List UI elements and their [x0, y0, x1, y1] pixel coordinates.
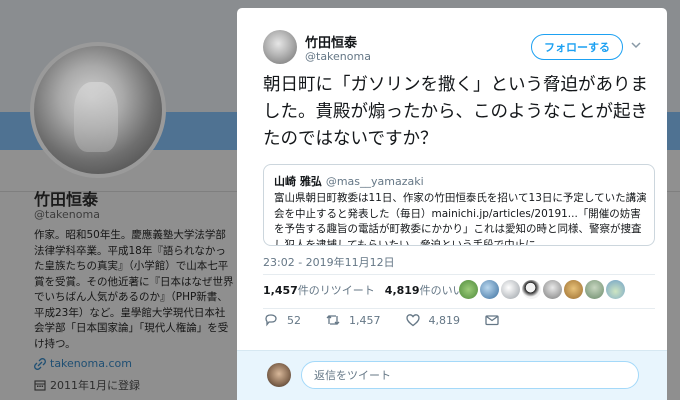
retweet-action-count: 1,457 — [349, 313, 381, 327]
liker-avatar[interactable] — [522, 280, 541, 299]
author-avatar[interactable] — [263, 30, 297, 64]
reply-action[interactable]: 52 — [263, 312, 301, 328]
liker-avatar[interactable] — [459, 280, 478, 299]
envelope-icon — [485, 315, 499, 326]
retweet-action[interactable]: 1,457 — [325, 312, 381, 328]
reply-icon — [265, 314, 277, 327]
quoted-tweet-header: 山崎 雅弘 @mas__yamazaki — [274, 173, 424, 189]
quoted-tweet[interactable]: 山崎 雅弘 @mas__yamazaki 富山県朝日町教委は11日、作家の竹田恒泰… — [263, 164, 655, 246]
liker-avatar[interactable] — [543, 280, 562, 299]
divider — [263, 308, 655, 309]
follow-button[interactable]: フォローする — [531, 34, 623, 60]
reply-composer: 返信をツイート — [237, 350, 667, 400]
profile-website[interactable]: takenoma.com — [34, 357, 132, 370]
divider — [263, 274, 655, 275]
author-name[interactable]: 竹田恒泰 — [305, 32, 357, 51]
tweet-text: 朝日町に「ガソリンを撒く」という脅迫がありました。貴殿が煽ったから、このようなこ… — [263, 75, 648, 149]
link-icon — [34, 357, 46, 370]
quoted-author-name: 山崎 雅弘 — [274, 175, 322, 188]
quoted-author-handle: @mas__yamazaki — [325, 175, 424, 188]
retweet-count-stat[interactable]: 1,457件のリツイート — [263, 282, 375, 298]
profile-joined-text: 2011年1月に登録 — [50, 379, 140, 392]
current-user-avatar — [267, 363, 291, 387]
like-action[interactable]: 4,819 — [405, 312, 461, 328]
profile-bio: 作家。昭和50年生。慶應義塾大学法学部法律学科卒業。平成18年『語られなかった皇… — [34, 229, 234, 350]
quoted-tweet-text: 富山県朝日町教委は11日、作家の竹田恒泰氏を招いて13日に予定していた講演会を中… — [274, 192, 647, 246]
liker-avatar[interactable] — [564, 280, 583, 299]
liker-avatar[interactable] — [585, 280, 604, 299]
liker-avatar[interactable] — [480, 280, 499, 299]
heart-icon — [405, 314, 420, 327]
profile-avatar[interactable] — [30, 42, 166, 178]
profile-name: 竹田恒泰 — [34, 190, 99, 209]
reply-count: 52 — [287, 313, 301, 327]
tweet-actions: 52 1,457 4,819 — [263, 312, 524, 328]
profile-website-text[interactable]: takenoma.com — [50, 357, 132, 370]
profile-joined: 2011年1月に登録 — [34, 377, 140, 393]
chevron-down-icon[interactable] — [629, 38, 643, 52]
like-count: 4,819 — [384, 284, 420, 297]
calendar-icon — [34, 380, 46, 391]
message-action[interactable] — [484, 312, 500, 328]
retweet-count-label: 件のリツイート — [297, 284, 375, 297]
tweet-modal: 竹田恒泰 @takenoma フォローする 朝日町に「ガソリンを撒く」という脅迫… — [237, 8, 667, 400]
liker-avatar[interactable] — [606, 280, 625, 299]
liker-avatar[interactable] — [501, 280, 520, 299]
tweet-stats: 1,457件のリツイート 4,819件のいいね — [263, 282, 475, 298]
tweet-timestamp[interactable]: 23:02 - 2019年11月12日 — [263, 254, 395, 270]
reply-input[interactable]: 返信をツイート — [301, 361, 639, 389]
author-handle[interactable]: @takenoma — [305, 50, 371, 63]
profile-handle: @takenoma — [34, 208, 100, 221]
like-action-count: 4,819 — [428, 313, 461, 327]
liker-avatars — [459, 280, 625, 299]
retweet-count: 1,457 — [263, 284, 298, 297]
retweet-icon — [326, 315, 340, 325]
